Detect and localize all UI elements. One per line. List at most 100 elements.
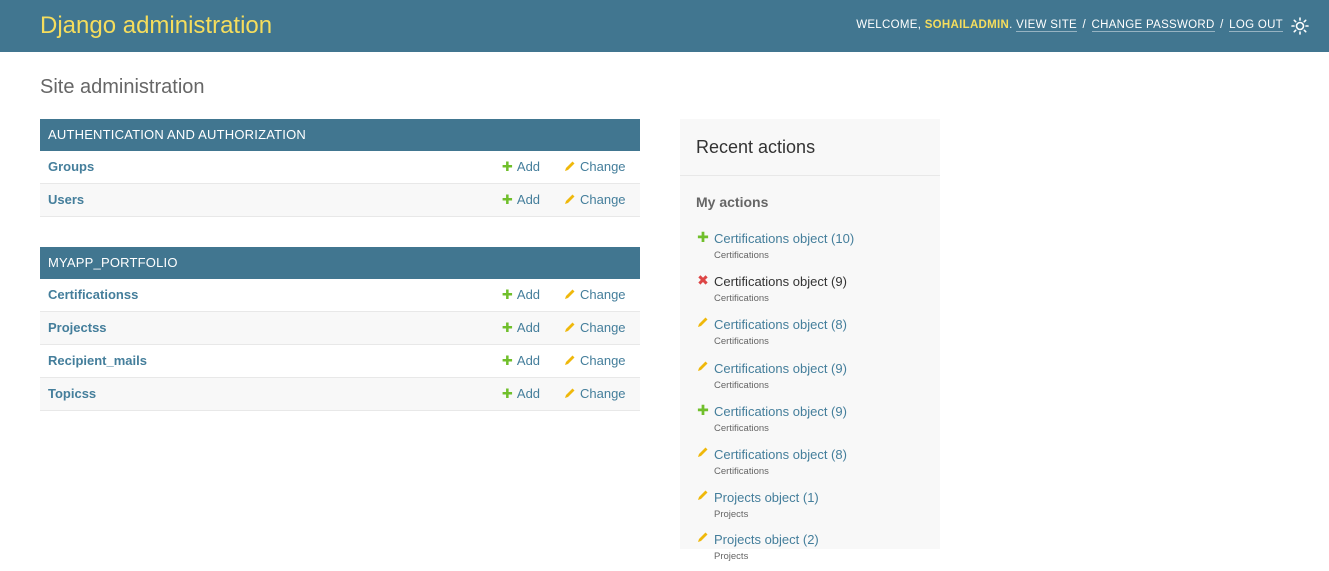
my-actions-heading: My actions (696, 194, 769, 210)
app-caption-auth[interactable]: Authentication and Authorization (40, 119, 640, 151)
changelink-icon (696, 531, 710, 545)
add-topicss-button[interactable]: ✚ Add (502, 386, 540, 402)
action-entry: ✚ Certifications object (10) Certificati… (696, 230, 936, 270)
model-link-certificationss[interactable]: Certificationss (48, 287, 138, 302)
pencil-icon (564, 288, 576, 303)
pencil-icon (564, 321, 576, 336)
add-label: Add (516, 192, 541, 207)
action-object-link[interactable]: Certifications object (9) (714, 361, 847, 376)
action-entry: ✚ Certifications object (9) Certificatio… (696, 403, 936, 443)
change-users-button[interactable]: Change (564, 192, 626, 208)
app-caption-myapp-portfolio[interactable]: MYAPP_PORTFOLIO (40, 247, 640, 279)
model-link-users[interactable]: Users (48, 192, 84, 207)
change-recipient-mails-button[interactable]: Change (564, 353, 626, 369)
header-bar: Django administration Welcome, sohailadm… (0, 0, 1329, 52)
addlink-icon: ✚ (697, 402, 709, 418)
model-row-groups: Groups ✚ Add Change (40, 151, 640, 184)
action-content-type: Projects (714, 509, 749, 520)
action-object-link[interactable]: Projects object (1) (714, 490, 819, 505)
change-password-link[interactable]: Change password (1091, 19, 1215, 32)
model-row-projectss: Projectss ✚ Add Change (40, 312, 640, 345)
pencil-icon (564, 354, 576, 369)
app-caption-label: MYAPP_PORTFOLIO (48, 255, 178, 270)
recent-actions-panel: Recent actions My actions ✚ Certificatio… (680, 119, 940, 562)
plus-icon: ✚ (502, 386, 513, 401)
plus-icon: ✚ (502, 159, 513, 174)
addlink-icon: ✚ (697, 229, 709, 245)
add-label: Add (516, 353, 541, 368)
model-row-users: Users ✚ Add Change (40, 184, 640, 217)
plus-icon: ✚ (502, 192, 513, 207)
change-projectss-button[interactable]: Change (564, 320, 626, 336)
pencil-icon (564, 387, 576, 402)
action-entry: Certifications object (8) Certifications (696, 316, 936, 356)
action-content-type: Certifications (714, 336, 769, 347)
add-users-button[interactable]: ✚ Add (502, 192, 540, 208)
model-row-recipient-mails: Recipient_mails ✚ Add Change (40, 345, 640, 378)
action-object-link[interactable]: Certifications object (8) (714, 317, 847, 332)
change-label: Change (580, 287, 626, 302)
action-content-type: Certifications (714, 293, 769, 304)
changelink-icon (696, 446, 710, 460)
add-label: Add (516, 320, 541, 335)
changelink-icon (696, 489, 710, 503)
pencil-icon (564, 193, 576, 208)
model-row-topicss: Topicss ✚ Add Change (40, 378, 640, 411)
action-object-link[interactable]: Certifications object (10) (714, 231, 854, 246)
add-label: Add (516, 287, 541, 302)
plus-icon: ✚ (502, 287, 513, 302)
action-object-link[interactable]: Certifications object (8) (714, 447, 847, 462)
log-out-link[interactable]: Log out (1229, 19, 1283, 32)
deletelink-icon: ✖ (697, 272, 709, 288)
changelink-icon (696, 360, 710, 374)
plus-icon: ✚ (502, 320, 513, 335)
action-entry: Projects object (1) Projects (696, 489, 936, 529)
plus-icon: ✚ (502, 353, 513, 368)
divider (680, 175, 940, 176)
add-groups-button[interactable]: ✚ Add (502, 159, 540, 175)
action-entry: Certifications object (8) Certifications (696, 446, 936, 486)
model-link-topicss[interactable]: Topicss (48, 386, 96, 401)
model-row-certificationss: Certificationss ✚ Add Change (40, 279, 640, 312)
view-site-link[interactable]: View site (1016, 19, 1077, 32)
app-module-myapp-portfolio: MYAPP_PORTFOLIO Certificationss ✚ Add Cha… (40, 247, 640, 411)
change-groups-button[interactable]: Change (564, 159, 626, 175)
user-tools: Welcome, sohailadmin. View site / Change… (856, 19, 1283, 32)
add-label: Add (516, 159, 541, 174)
action-object-deleted: Certifications object (9) (714, 274, 847, 289)
change-label: Change (580, 159, 626, 174)
add-label: Add (516, 386, 541, 401)
username: sohailadmin (924, 19, 1010, 31)
action-entry: Projects object (2) Projects (696, 531, 936, 571)
app-module-auth: Authentication and Authorization Groups … (40, 119, 640, 217)
action-content-type: Certifications (714, 380, 769, 391)
change-topicss-button[interactable]: Change (564, 386, 626, 402)
action-content-type: Certifications (714, 423, 769, 434)
action-object-link[interactable]: Certifications object (9) (714, 404, 847, 419)
change-label: Change (580, 353, 626, 368)
action-content-type: Certifications (714, 466, 769, 477)
action-entry: Certifications object (9) Certifications (696, 360, 936, 400)
action-object-link[interactable]: Projects object (2) (714, 532, 819, 547)
welcome-text: Welcome, (856, 19, 922, 31)
change-label: Change (580, 386, 626, 401)
welcome-period: . (1009, 19, 1013, 31)
site-branding-link[interactable]: Django administration (40, 12, 272, 40)
add-certificationss-button[interactable]: ✚ Add (502, 287, 540, 303)
changelink-icon (696, 316, 710, 330)
model-link-projectss[interactable]: Projectss (48, 320, 107, 335)
app-caption-label: Authentication and Authorization (48, 127, 306, 142)
add-projectss-button[interactable]: ✚ Add (502, 320, 540, 336)
action-content-type: Projects (714, 551, 749, 562)
add-recipient-mails-button[interactable]: ✚ Add (502, 353, 540, 369)
model-link-recipient-mails[interactable]: Recipient_mails (48, 353, 147, 368)
pencil-icon (564, 160, 576, 175)
sun-icon[interactable] (1291, 17, 1309, 35)
change-certificationss-button[interactable]: Change (564, 287, 626, 303)
separator: / (1220, 19, 1224, 31)
page-title: Site administration (40, 76, 205, 98)
change-label: Change (580, 192, 626, 207)
action-content-type: Certifications (714, 250, 769, 261)
action-entry: ✖ Certifications object (9) Certificatio… (696, 273, 936, 313)
model-link-groups[interactable]: Groups (48, 159, 94, 174)
